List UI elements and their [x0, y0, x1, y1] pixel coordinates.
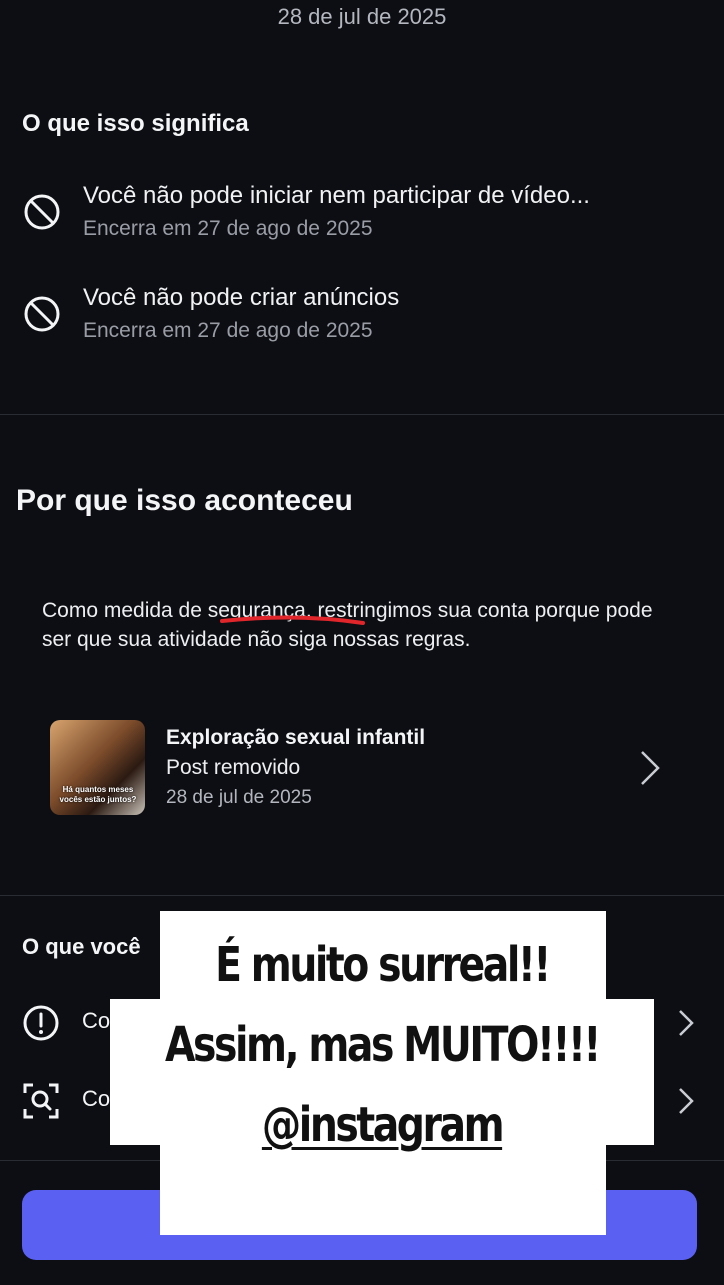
restriction-end-date: Encerra em 27 de ago de 2025 — [83, 319, 373, 342]
section-divider — [0, 414, 724, 415]
restriction-title: Você não pode criar anúncios — [83, 284, 400, 311]
removed-post-row[interactable]: Há quantos meses vocês estão juntos? Exp… — [48, 718, 688, 818]
sticker-mention[interactable]: @instagram — [262, 1097, 505, 1153]
chevron-right-icon — [641, 751, 660, 785]
block-icon — [24, 296, 60, 332]
reason-heading: Por que isso aconteceu — [16, 484, 353, 517]
scan-search-icon — [23, 1083, 59, 1119]
action-row-label: Co — [82, 1008, 111, 1033]
block-icon — [24, 194, 60, 230]
restriction-date: 28 de jul de 2025 — [277, 4, 447, 29]
post-thumbnail: Há quantos meses vocês estão juntos? — [50, 720, 145, 815]
restriction-item-ads: Você não pode criar anúncios Encerra em … — [22, 284, 712, 354]
section-divider — [0, 895, 724, 896]
post-date: 28 de jul de 2025 — [166, 787, 312, 808]
thumbnail-caption: Há quantos meses vocês estão juntos? — [59, 785, 137, 804]
restriction-title: Você não pode iniciar nem participar de … — [83, 182, 590, 209]
alert-circle-icon — [23, 1005, 59, 1041]
restriction-item-video: Você não pode iniciar nem participar de … — [22, 182, 712, 252]
action-row-label: Co — [82, 1086, 111, 1111]
chevron-right-icon — [679, 1088, 694, 1114]
actions-heading: O que você — [22, 934, 141, 959]
meaning-heading: O que isso significa — [22, 110, 249, 137]
violation-title: Exploração sexual infantil — [166, 726, 426, 749]
post-status: Post removido — [166, 756, 301, 779]
restriction-end-date: Encerra em 27 de ago de 2025 — [83, 217, 373, 240]
chevron-right-icon — [679, 1010, 694, 1036]
sticker-line: É muito surreal!! — [215, 937, 551, 993]
sticker-line: Assim, mas MUITO!!!! — [165, 1017, 601, 1073]
red-underline-annotation — [220, 615, 365, 625]
text-sticker: É muito surreal!! Assim, mas MUITO!!!! @… — [159, 925, 605, 1165]
